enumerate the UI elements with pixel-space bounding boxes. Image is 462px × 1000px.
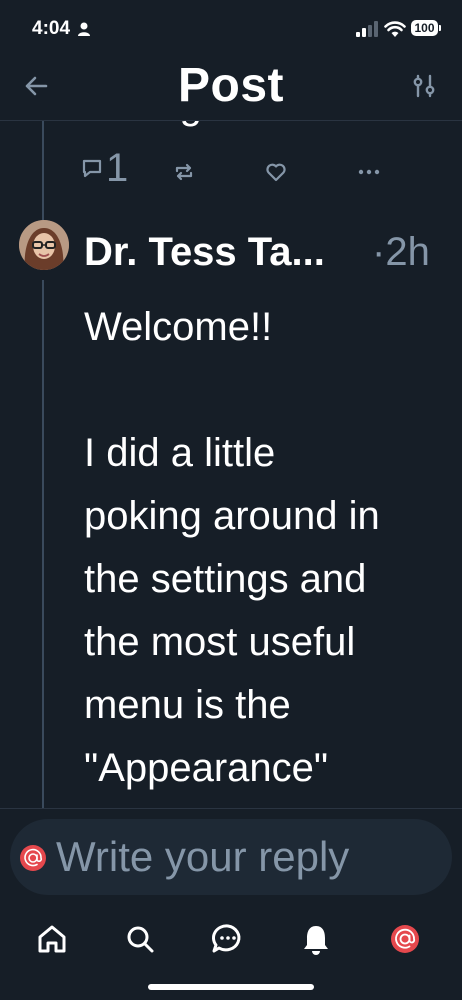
filter-icon[interactable]	[410, 72, 438, 100]
battery-tip	[439, 25, 441, 31]
chat-icon[interactable]	[208, 919, 248, 959]
post-actions: 1	[80, 148, 400, 194]
home-icon[interactable]	[32, 919, 72, 959]
header: Post	[0, 56, 462, 121]
post-body: Welcome!! I did a little poking around i…	[84, 305, 380, 790]
search-icon[interactable]	[120, 919, 160, 959]
more-icon	[358, 169, 380, 175]
page-title: Post	[177, 59, 284, 112]
clock: 4:04	[32, 18, 71, 39]
wifi-icon	[384, 21, 406, 37]
more-button[interactable]	[356, 160, 382, 184]
thread-line	[42, 121, 44, 221]
repost-button[interactable]	[172, 160, 196, 184]
tab-bar	[0, 905, 462, 1000]
profile-avatar[interactable]	[385, 919, 425, 959]
signal-icon	[356, 21, 378, 37]
post-time: ·2h	[372, 230, 430, 274]
reply-button[interactable]: 1	[80, 148, 128, 188]
battery-indicator: 100	[411, 20, 438, 36]
author-name[interactable]: Dr. Tess Ta...	[84, 230, 325, 275]
thread-line	[42, 280, 44, 808]
person-icon	[78, 22, 90, 36]
reply-count: 1	[106, 146, 129, 190]
at-sign-icon	[24, 848, 43, 867]
notifications-icon[interactable]	[296, 919, 336, 959]
reply-composer-area	[0, 808, 462, 906]
reply-composer[interactable]	[10, 819, 452, 895]
user-avatar	[20, 845, 46, 871]
home-indicator[interactable]	[148, 984, 314, 990]
avatar-photo	[19, 220, 69, 270]
status-bar: 4:04 100	[0, 0, 462, 56]
reply-icon	[82, 159, 102, 178]
like-button[interactable]	[264, 160, 288, 184]
like-icon	[266, 163, 286, 182]
author-avatar[interactable]	[19, 220, 69, 270]
repost-icon	[175, 163, 193, 181]
reply-input[interactable]	[56, 833, 436, 881]
